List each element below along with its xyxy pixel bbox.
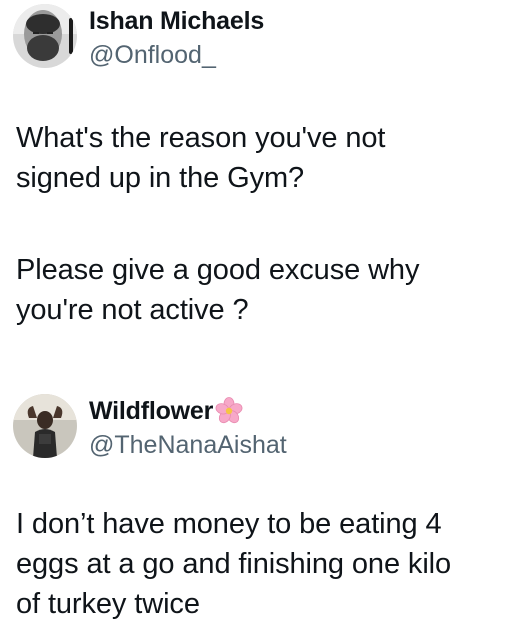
quoted-tweet[interactable]: Ishan Michaels @Onflood_ What's the reas… [0,0,511,326]
cherry-blossom-icon [215,397,243,424]
grayscale-bearded-man-avatar-icon [13,4,77,68]
avatar[interactable] [13,4,77,68]
tweet-text-paragraph: I don’t have money to be eating 4 eggs a… [16,508,452,620]
tweet-header: Wildflower @TheNanaAishat [0,388,511,468]
author-name-row[interactable]: Ishan Michaels [89,6,264,36]
avatar[interactable] [13,394,77,458]
author-handle[interactable]: @Onflood_ [89,40,216,70]
author-display-name[interactable]: Ishan Michaels [89,6,264,36]
reply-tweet[interactable]: Wildflower @TheNanaAishat I don’t have m… [0,388,511,620]
tweet-text-paragraph: Please give a good excuse why you're not… [16,254,420,326]
tweet-text-paragraph: What's the reason you've not signed up i… [16,122,386,194]
author-handle[interactable]: @TheNanaAishat [89,430,287,460]
author-name-row[interactable]: Wildflower [89,396,243,426]
author-display-name[interactable]: Wildflower [89,396,213,426]
woman-flexing-avatar-icon [13,394,77,458]
tweet-header: Ishan Michaels @Onflood_ [0,0,511,80]
